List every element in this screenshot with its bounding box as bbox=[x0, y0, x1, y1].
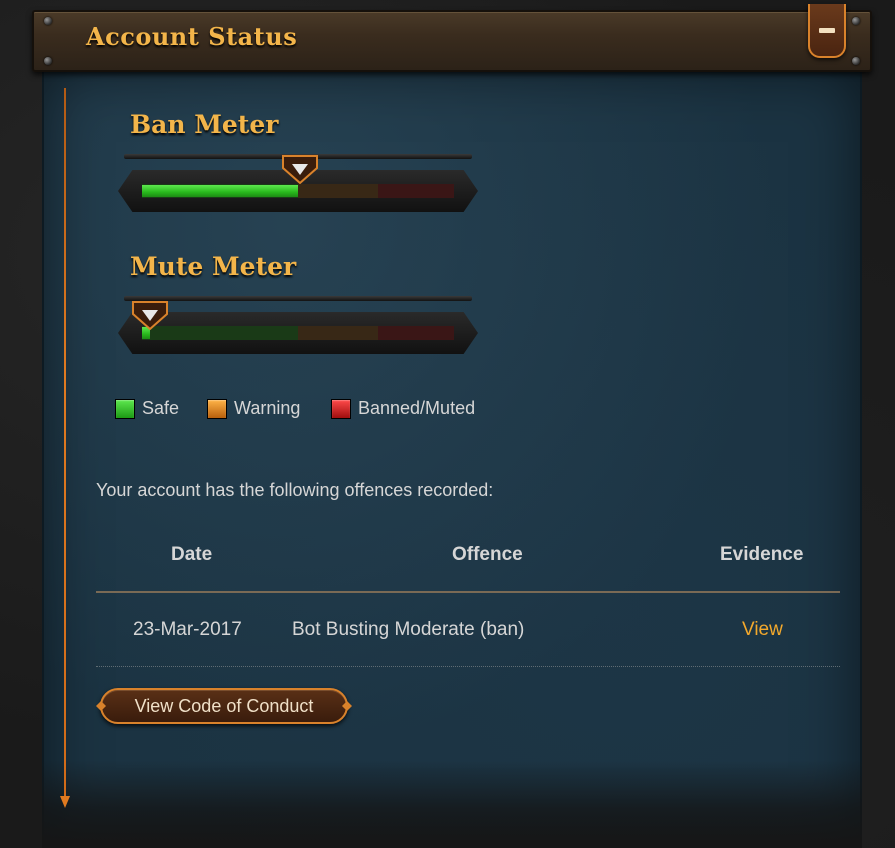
mute-meter-rail bbox=[124, 296, 472, 301]
rivet-icon bbox=[852, 17, 860, 25]
column-header-offence: Offence bbox=[452, 544, 523, 565]
column-header-date: Date bbox=[171, 544, 213, 565]
banned-swatch-icon bbox=[331, 398, 351, 419]
mute-meter-pointer-icon bbox=[132, 301, 168, 330]
column-header-evidence: Evidence bbox=[720, 544, 804, 565]
rivet-icon bbox=[852, 57, 860, 65]
panel-bottom-edge bbox=[42, 760, 862, 848]
mute-meter-title: Mute Meter bbox=[130, 252, 297, 281]
panel-title: Account Status bbox=[86, 22, 298, 51]
offences-intro: Your account has the following offences … bbox=[96, 480, 494, 500]
ban-meter-pointer-icon bbox=[282, 155, 318, 184]
rivet-icon bbox=[44, 57, 52, 65]
offence-description: Bot Busting Moderate (ban) bbox=[292, 619, 525, 640]
collapse-button[interactable] bbox=[808, 4, 846, 58]
mute-meter-bar bbox=[142, 326, 454, 340]
rivet-icon bbox=[44, 17, 52, 25]
ban-meter-bar bbox=[142, 184, 454, 198]
warning-swatch-icon bbox=[207, 398, 227, 419]
view-code-of-conduct-button[interactable]: View Code of Conduct bbox=[100, 688, 348, 724]
mute-meter bbox=[118, 312, 478, 354]
offence-date: 23-Mar-2017 bbox=[133, 619, 242, 640]
legend-banned-muted: Banned/Muted bbox=[331, 398, 475, 419]
view-evidence-link[interactable]: View bbox=[742, 619, 783, 641]
minus-icon bbox=[819, 28, 835, 33]
side-divider bbox=[64, 88, 66, 804]
legend-safe: Safe bbox=[115, 398, 179, 419]
legend-warning: Warning bbox=[207, 398, 300, 419]
table-row-divider bbox=[96, 666, 840, 667]
ban-meter-title: Ban Meter bbox=[130, 110, 279, 139]
table-header-divider bbox=[96, 591, 840, 593]
ban-meter-fill bbox=[142, 185, 298, 197]
safe-swatch-icon bbox=[115, 398, 135, 419]
